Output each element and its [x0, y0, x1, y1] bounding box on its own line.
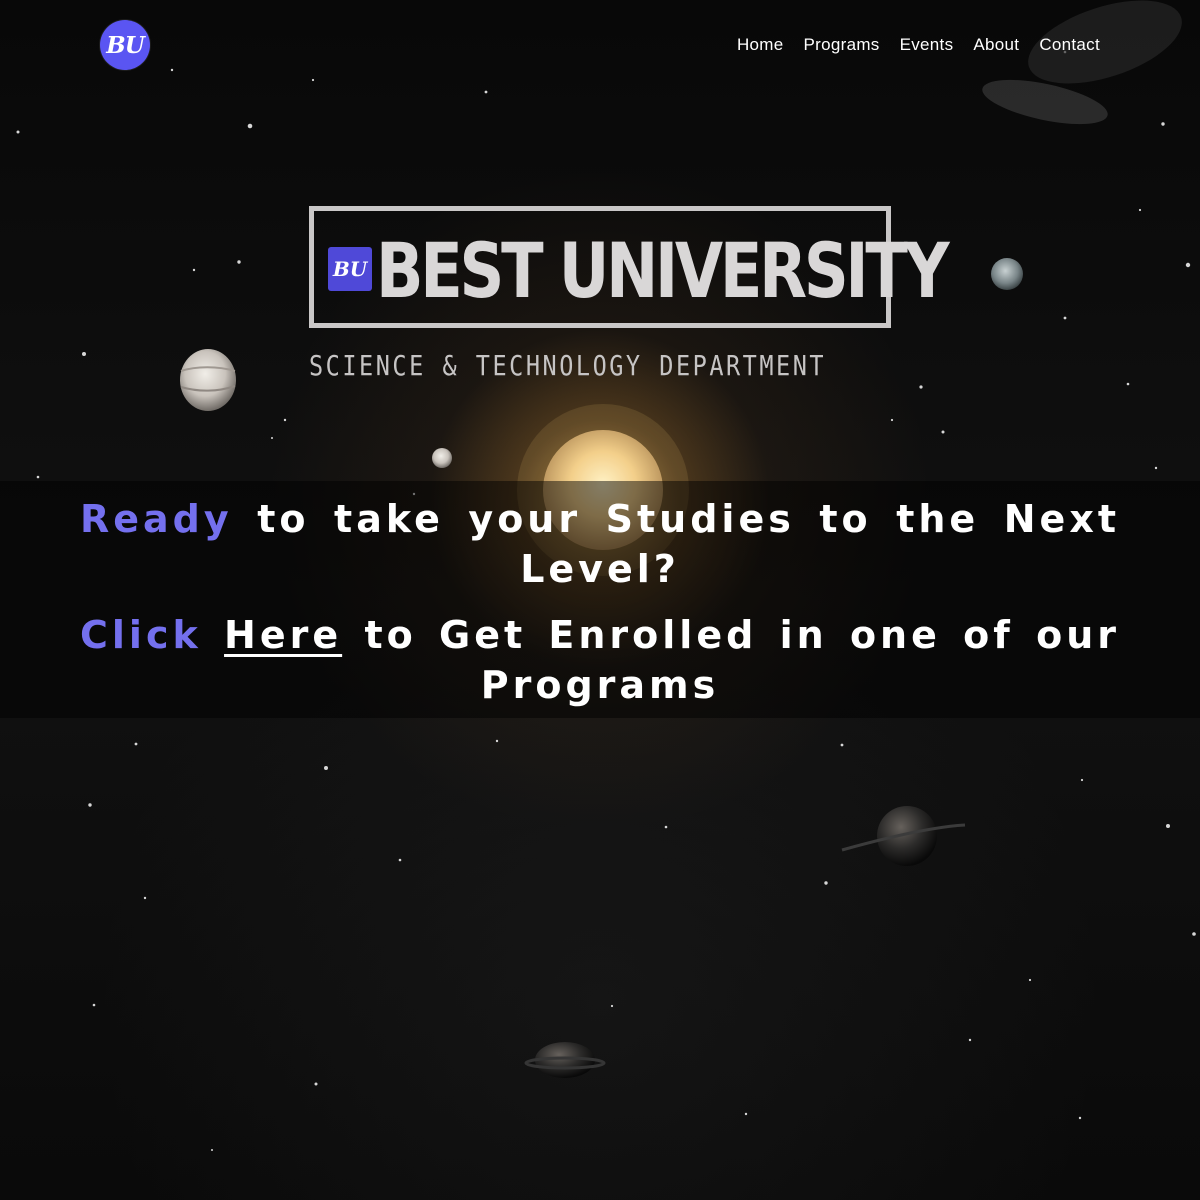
nav-home[interactable]: Home [737, 33, 784, 57]
nav-contact[interactable]: Contact [1039, 33, 1100, 57]
planet-saturn-right [841, 806, 966, 866]
nav-programs[interactable]: Programs [804, 33, 880, 57]
cta-question: Ready to take your Studies to the Next L… [80, 494, 1120, 594]
brand-title: BEST UNIVERSITY [376, 226, 950, 315]
brand-badge: BU [328, 247, 372, 291]
planet-saturn-bottom [524, 1042, 606, 1078]
university-logo[interactable]: BU [100, 20, 150, 70]
nav-about[interactable]: About [973, 33, 1019, 57]
ready-accent: Ready [80, 497, 233, 541]
department-name: SCIENCE & TECHNOLOGY DEPARTMENT [309, 349, 827, 382]
click-accent: Click [80, 613, 202, 657]
nav-events[interactable]: Events [900, 33, 954, 57]
cta-enroll-text: Click Here to Get Enrolled in one of our… [80, 610, 1120, 710]
planet-uranus [991, 258, 1023, 290]
main-navigation: Home Programs Events About Contact [737, 33, 1100, 57]
ready-rest: to take your Studies to the Next Level? [257, 497, 1120, 591]
landing-page: BU Home Programs Events About Contact BU… [0, 0, 1200, 1200]
planet-jupiter [180, 349, 236, 411]
cosmic-haze [982, 0, 1182, 125]
enroll-here-link[interactable]: Here [224, 613, 342, 657]
university-brand-box: BU BEST UNIVERSITY [309, 206, 950, 328]
enroll-rest: to Get Enrolled in one of our Programs [364, 613, 1120, 707]
small-planet [432, 448, 452, 468]
